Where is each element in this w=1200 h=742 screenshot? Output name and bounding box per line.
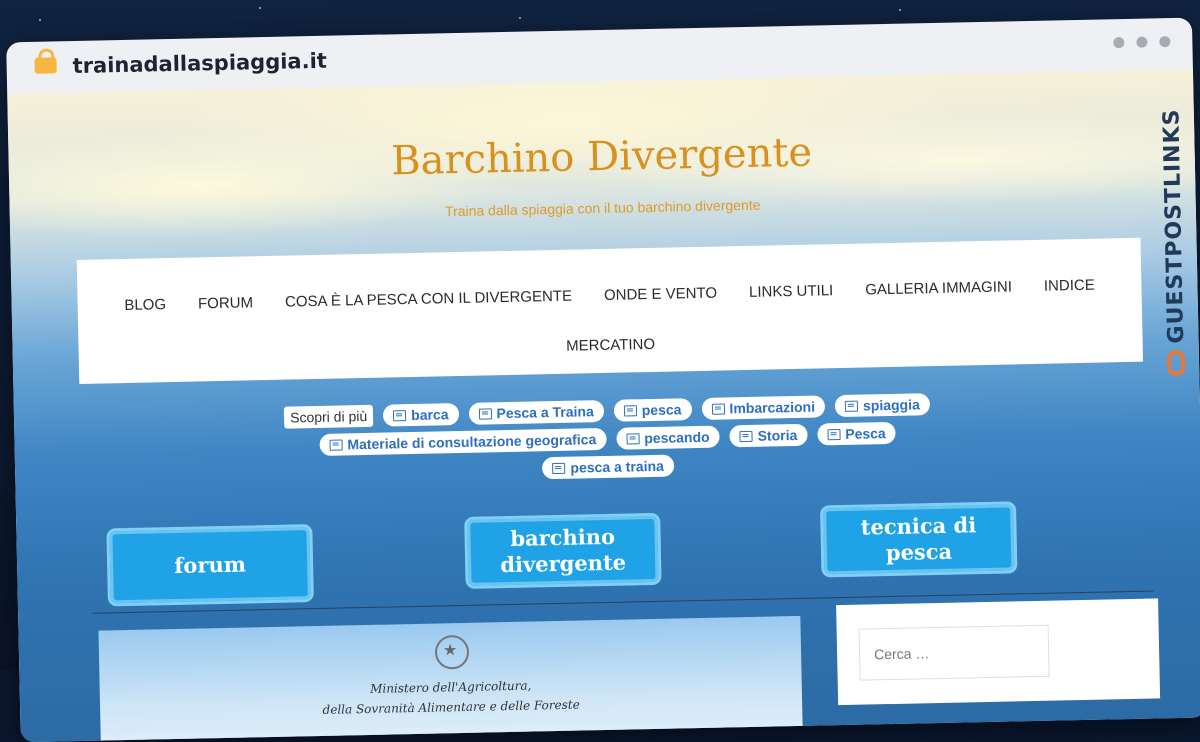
tag-link[interactable]: Imbarcazioni — [701, 395, 826, 420]
tags-label: Scopri di più — [283, 404, 374, 429]
tag-label: pesca — [641, 401, 682, 419]
nav-row: BLOG FORUM COSA È LA PESCA CON IL DIVERGEN… — [77, 276, 1141, 315]
article-icon — [329, 438, 343, 451]
barchino-divergente-button[interactable]: barchino divergente — [464, 512, 662, 589]
article-icon — [711, 402, 725, 415]
tag-link[interactable]: Pesca — [817, 421, 896, 446]
article-icon — [393, 409, 407, 421]
dot-icon — [1159, 36, 1171, 48]
dot-icon — [1113, 37, 1125, 49]
window-controls — [1113, 36, 1171, 49]
article-icon — [827, 428, 841, 440]
tag-label: spiaggia — [862, 396, 920, 414]
tag-link[interactable]: spiaggia — [834, 393, 931, 418]
site-content: Barchino Divergente Traina dalla spiaggi… — [7, 69, 1200, 742]
article-icon — [552, 462, 566, 474]
article-icon — [626, 432, 640, 445]
sidebar-widget — [836, 598, 1161, 706]
nav-row: MERCATINO — [79, 326, 1143, 365]
tag-label: Pesca — [845, 425, 886, 442]
nav-item[interactable]: COSA È LA PESCA CON IL DIVERGENTE — [285, 288, 572, 311]
nav-item[interactable]: ONDE E VENTO — [604, 285, 717, 304]
tag-link[interactable]: pesca a traina — [542, 454, 675, 480]
tag-label: Pesca a Traina — [496, 403, 594, 422]
article-icon — [844, 400, 859, 412]
lock-icon — [34, 57, 57, 74]
dot-icon — [1136, 36, 1148, 48]
tag-cloud: Scopri di più barca Pesca a Traina pesca Im… — [14, 388, 1200, 497]
nav-item[interactable]: BLOG — [124, 296, 166, 314]
tag-label: Imbarcazioni — [729, 398, 816, 417]
url-text[interactable]: trainadallaspiaggia.it — [72, 49, 327, 78]
ministry-text: Ministero dell'Agricoltura, della Sovran… — [100, 670, 803, 725]
tag-link[interactable]: pescando — [616, 425, 720, 450]
nav-item[interactable]: MERCATINO — [566, 336, 655, 355]
nav-item[interactable]: LINKS UTILI — [749, 282, 834, 301]
article-icon — [739, 430, 753, 442]
tag-label: pesca a traina — [570, 457, 664, 476]
site-title[interactable]: Barchino Divergente — [8, 122, 1195, 193]
tag-label: Materiale di consultazione geografica — [347, 431, 597, 453]
emblem-icon — [434, 634, 470, 670]
tag-label: Storia — [757, 426, 798, 444]
watermark-text: GUESTPOSTLINKS — [1159, 108, 1190, 344]
site-tagline: Traina dalla spiaggia con il tuo barchin… — [444, 196, 761, 220]
main-nav: BLOG FORUM COSA È LA PESCA CON IL DIVERGEN… — [76, 237, 1144, 384]
tag-link[interactable]: Storia — [729, 423, 808, 448]
article-icon — [623, 404, 637, 417]
forum-button[interactable]: forum — [106, 524, 314, 607]
featured-post-image[interactable]: Ministero dell'Agricoltura, della Sovran… — [98, 615, 804, 742]
tag-link[interactable]: barca — [382, 403, 459, 427]
article-icon — [478, 407, 492, 420]
nav-item[interactable]: FORUM — [198, 294, 253, 312]
search-input[interactable] — [858, 624, 1050, 681]
tag-link[interactable]: pesca — [613, 398, 692, 422]
tag-link[interactable]: Pesca a Traina — [468, 399, 605, 425]
tag-label: barca — [410, 406, 449, 424]
nav-item[interactable]: GALLERIA IMMAGINI — [865, 278, 1012, 298]
watermark: GUESTPOSTLINKS — [1153, 76, 1195, 377]
tecnica-di-pesca-button[interactable]: tecnica di pesca — [820, 501, 1018, 578]
browser-window: trainadallaspiaggia.it Barchino Divergen… — [6, 17, 1200, 742]
tag-link[interactable]: Materiale di consultazione geografica — [319, 427, 607, 456]
link-icon — [1166, 349, 1186, 377]
nav-item[interactable]: INDICE — [1044, 277, 1095, 295]
tag-label: pescando — [644, 428, 710, 447]
